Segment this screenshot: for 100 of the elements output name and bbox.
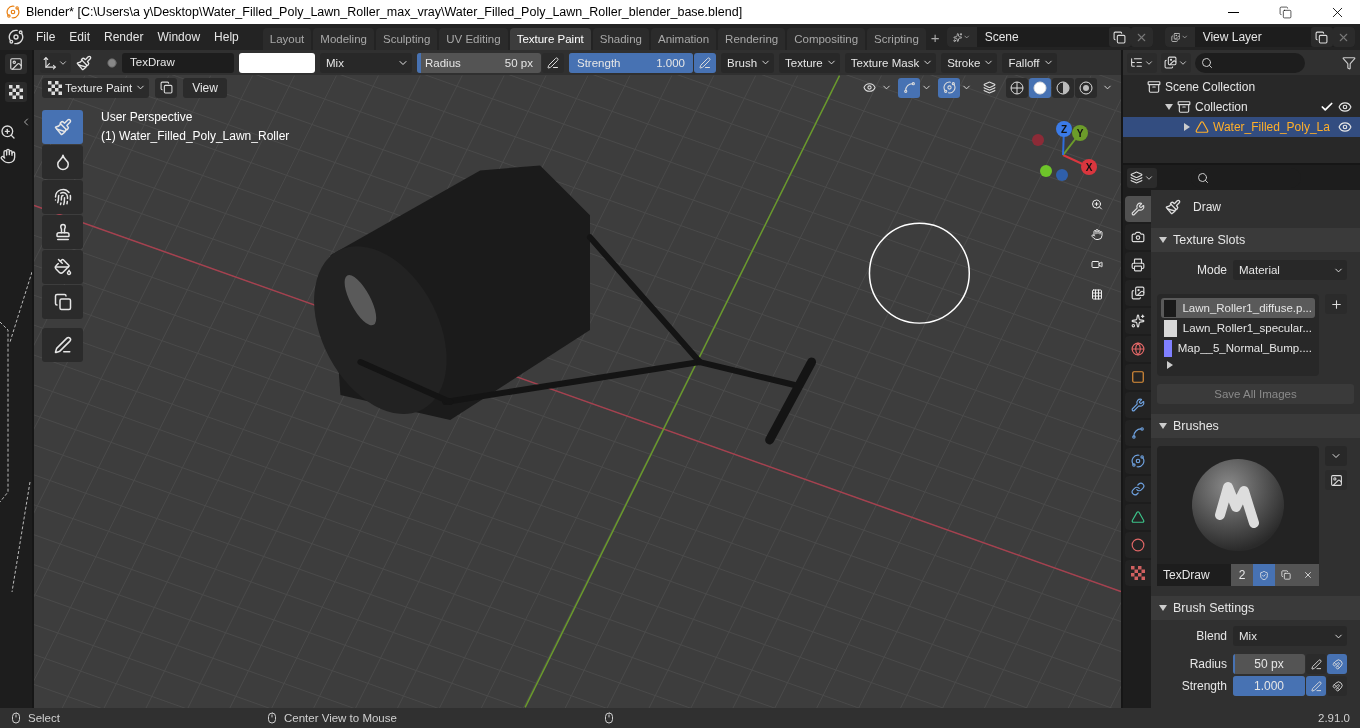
slider-field[interactable]: Strength 1.000 <box>569 52 693 73</box>
constraints-tab[interactable] <box>1125 476 1151 502</box>
unified-toggle[interactable] <box>1327 654 1347 674</box>
brush-name-field[interactable]: TexDraw <box>122 52 234 73</box>
menu-item[interactable]: Render <box>98 27 150 47</box>
hand-icon[interactable] <box>0 148 16 164</box>
blend-dropdown[interactable]: Mix <box>1233 626 1347 646</box>
brush-preview[interactable] <box>1157 446 1319 564</box>
annotate-tool-button[interactable] <box>42 328 83 362</box>
unified-toggle[interactable] <box>1327 676 1347 696</box>
search-field[interactable] <box>1195 52 1305 73</box>
data-tab[interactable] <box>1125 504 1151 530</box>
slider-field[interactable]: 50 px <box>1233 654 1305 674</box>
expand-list-icon[interactable] <box>1166 361 1174 369</box>
workspace-tab[interactable]: Scripting <box>867 28 926 50</box>
zoom-icon[interactable] <box>0 124 16 140</box>
user-count-button[interactable]: 2 <box>1231 564 1253 586</box>
outliner-row[interactable]: Water_Filled_Poly_La <box>1123 117 1360 137</box>
pressure-toggle[interactable] <box>542 52 564 73</box>
settings-menu[interactable]: Stroke <box>941 52 998 73</box>
texture-slot-item[interactable]: Lawn_Roller1_specular... <box>1161 318 1315 338</box>
material-tab[interactable] <box>1125 532 1151 558</box>
blend-dropdown[interactable]: Mix <box>320 52 412 73</box>
settings-menu[interactable]: Brush <box>721 52 775 73</box>
view-layer-browse-button[interactable] <box>1164 27 1195 47</box>
fill-tool-button[interactable] <box>42 250 83 284</box>
tool-tab[interactable] <box>1125 196 1151 222</box>
editor-type-button[interactable] <box>1127 167 1157 188</box>
face-mask-toggle[interactable] <box>155 77 178 98</box>
disclosure-triangle-icon[interactable] <box>1159 604 1167 612</box>
view-menu[interactable]: View <box>183 77 227 98</box>
new-scene-button[interactable] <box>1108 27 1131 47</box>
delete-view-layer-button[interactable] <box>1332 27 1355 47</box>
workspace-tab[interactable]: Modeling <box>313 28 374 50</box>
disclosure-triangle-icon[interactable] <box>1159 236 1167 244</box>
mode-dropdown[interactable]: Material <box>1233 260 1347 280</box>
settings-menu[interactable]: Texture <box>779 52 840 73</box>
mask-tool-button[interactable] <box>42 285 83 319</box>
workspace-tab[interactable]: UV Editing <box>439 28 508 50</box>
eye-icon[interactable] <box>1338 100 1352 114</box>
unlink-button[interactable] <box>1297 564 1319 586</box>
texture-tab[interactable] <box>1125 560 1151 586</box>
texture-slot-item[interactable]: Map__5_Normal_Bump.... <box>1161 338 1315 358</box>
custom-icon-button[interactable] <box>1325 470 1347 490</box>
panel-header[interactable]: Texture Slots <box>1151 228 1360 252</box>
render-tab[interactable] <box>1125 224 1151 250</box>
panel-header[interactable]: Brush Settings <box>1151 596 1360 620</box>
texture-slot-item[interactable]: Lawn_Roller1_diffuse.p... <box>1161 298 1315 318</box>
particles-tab[interactable] <box>1125 420 1151 446</box>
outliner-row[interactable]: Scene Collection <box>1123 77 1360 97</box>
menu-item[interactable]: Window <box>151 27 207 47</box>
shading-button[interactable] <box>1006 77 1028 98</box>
overlay-toggle[interactable] <box>938 77 960 98</box>
workspace-tab[interactable]: Compositing <box>787 28 866 50</box>
menu-item[interactable]: File <box>30 27 62 47</box>
menu-item[interactable]: Edit <box>63 27 97 47</box>
shading-button[interactable] <box>1029 77 1051 98</box>
pressure-toggle[interactable] <box>1306 654 1326 674</box>
draw-tool-button[interactable] <box>42 110 83 144</box>
display-mode-button[interactable] <box>1161 52 1191 73</box>
settings-menu[interactable]: Falloff <box>1002 52 1057 73</box>
output-tab[interactable] <box>1125 252 1151 278</box>
workspace-tab[interactable]: Rendering <box>718 28 786 50</box>
workspace-tab[interactable]: Layout <box>262 28 312 50</box>
editor-type-button[interactable] <box>1127 52 1157 73</box>
workspace-tab[interactable]: Texture Paint <box>509 28 591 50</box>
world-tab[interactable] <box>1125 336 1151 362</box>
shading-button[interactable] <box>1052 77 1074 98</box>
workspace-tab[interactable]: Animation <box>650 28 717 50</box>
smear-tool-button[interactable] <box>42 180 83 214</box>
eye-icon[interactable] <box>1338 120 1352 134</box>
app-logo-icon[interactable] <box>8 29 24 45</box>
checkbox-icon[interactable] <box>1320 100 1334 114</box>
pressure-toggle[interactable] <box>694 52 716 73</box>
navigation-gizmo-drawing[interactable] <box>1032 121 1097 181</box>
soften-tool-button[interactable] <box>42 145 83 179</box>
slider-field[interactable]: 1.000 <box>1233 676 1305 696</box>
mode-dropdown[interactable]: Texture Paint <box>42 77 150 98</box>
scene-tab[interactable] <box>1125 308 1151 334</box>
modifiers-tab[interactable] <box>1125 392 1151 418</box>
object-tab[interactable] <box>1125 364 1151 390</box>
delete-scene-button[interactable] <box>1130 27 1153 47</box>
menu-item[interactable]: Help <box>208 27 245 47</box>
color-swatch[interactable] <box>239 52 315 73</box>
physics-tab[interactable] <box>1125 448 1151 474</box>
slider-field[interactable]: Radius 50 px <box>417 52 541 73</box>
outliner-row[interactable]: Collection <box>1123 97 1360 117</box>
editor-type-button[interactable] <box>5 54 27 74</box>
disclosure-triangle-icon[interactable] <box>1165 103 1173 111</box>
add-slot-button[interactable] <box>1325 294 1347 314</box>
editor-type-button[interactable] <box>40 52 71 73</box>
gizmo-toggle[interactable] <box>898 77 920 98</box>
workspace-tab[interactable]: Shading <box>592 28 649 50</box>
duplicate-button[interactable] <box>1275 564 1297 586</box>
panel-header[interactable]: Brushes <box>1151 414 1360 438</box>
scene-browse-button[interactable] <box>946 27 977 47</box>
brush-name-field[interactable]: TexDraw <box>1157 564 1231 586</box>
filter-icon[interactable] <box>1342 55 1356 70</box>
new-view-layer-button[interactable] <box>1310 27 1333 47</box>
shading-button[interactable] <box>1075 77 1097 98</box>
